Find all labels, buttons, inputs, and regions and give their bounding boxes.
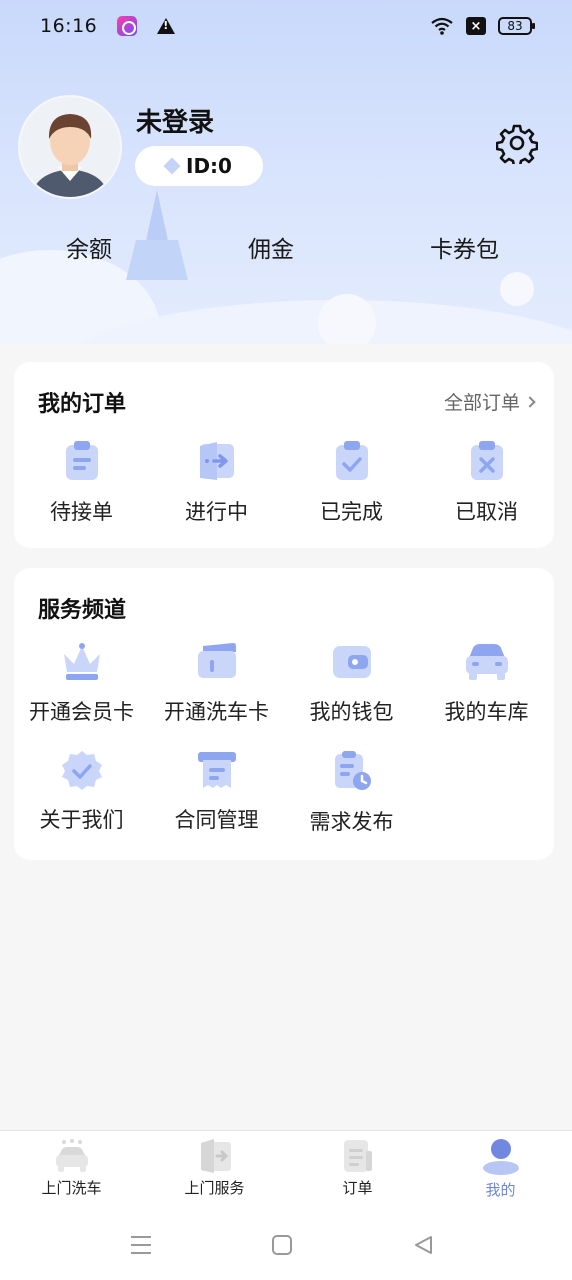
order-cancelled[interactable]: 已取消 xyxy=(419,440,554,526)
back-triangle-icon[interactable] xyxy=(412,1234,434,1256)
username[interactable]: 未登录 xyxy=(136,102,214,139)
service-wash-card[interactable]: 开通洗车卡 xyxy=(149,642,284,726)
home-square-icon[interactable] xyxy=(271,1234,293,1256)
service-about-us-label: 关于我们 xyxy=(39,808,124,832)
services-title: 服务频道 xyxy=(38,598,127,623)
contract-icon xyxy=(197,752,236,788)
card-icon xyxy=(197,643,236,678)
decor-ball xyxy=(318,294,376,344)
clipboard-x-icon xyxy=(470,441,503,480)
tab-mine-label: 我的 xyxy=(485,1181,516,1199)
status-bar: 16:16 × 83 xyxy=(0,0,572,52)
crown-icon xyxy=(63,643,100,680)
profile-header: 16:16 × 83 未登录 ID:0 xyxy=(0,0,572,344)
coupon-wallet-link[interactable]: 卡券包 xyxy=(430,230,499,264)
user-id: ID:0 xyxy=(186,154,232,178)
balance-link[interactable]: 余额 xyxy=(66,230,112,264)
tab-mine[interactable]: 我的 xyxy=(429,1131,572,1214)
decor-tower xyxy=(126,190,188,280)
battery-level: 83 xyxy=(507,19,523,33)
chevron-right-icon xyxy=(524,395,536,408)
app-notification-icon xyxy=(117,16,138,36)
order-in-progress[interactable]: 进行中 xyxy=(149,440,284,526)
decor-ball xyxy=(500,272,534,306)
service-garage[interactable]: 我的车库 xyxy=(419,642,554,726)
tab-car-wash-label: 上门洗车 xyxy=(41,1179,102,1197)
order-pending-label: 待接单 xyxy=(50,500,113,524)
service-post-request-label: 需求发布 xyxy=(309,810,394,834)
clipboard-list-icon xyxy=(65,441,98,480)
avatar[interactable] xyxy=(18,95,122,199)
order-in-progress-label: 进行中 xyxy=(185,500,248,524)
diamond-icon xyxy=(163,157,181,175)
service-contracts-label: 合同管理 xyxy=(174,808,259,832)
order-pending[interactable]: 待接单 xyxy=(14,440,149,526)
door-arrow-icon xyxy=(199,442,234,480)
avatar-person-icon xyxy=(32,114,108,197)
service-post-request[interactable]: 需求发布 xyxy=(284,750,419,836)
orders-card: 我的订单 全部订单 待接单 进行中 已完成 已取消 xyxy=(14,362,554,548)
clipboard-check-icon xyxy=(335,441,368,480)
commission-link[interactable]: 佣金 xyxy=(248,230,294,264)
service-wallet-label: 我的钱包 xyxy=(309,700,394,724)
car-wash-icon xyxy=(55,1139,88,1172)
warning-icon xyxy=(157,18,176,34)
services-card: 服务频道 开通会员卡 开通洗车卡 我的钱包 我的车库 关于我们 合同管理 需求发… xyxy=(14,568,554,860)
badge-check-icon xyxy=(61,751,102,790)
order-list-icon xyxy=(343,1140,372,1172)
all-orders-label: 全部订单 xyxy=(443,392,520,414)
order-cancelled-label: 已取消 xyxy=(455,500,518,524)
tab-orders[interactable]: 订单 xyxy=(286,1131,429,1214)
no-sim-icon: × xyxy=(466,17,486,35)
order-completed[interactable]: 已完成 xyxy=(284,440,419,526)
service-member-card[interactable]: 开通会员卡 xyxy=(14,642,149,726)
service-about-us[interactable]: 关于我们 xyxy=(14,750,149,834)
orders-title: 我的订单 xyxy=(38,392,127,417)
menu-icon[interactable] xyxy=(130,1234,152,1256)
wifi-icon xyxy=(431,17,453,35)
user-id-badge: ID:0 xyxy=(135,146,263,186)
status-time: 16:16 xyxy=(40,15,98,37)
settings-gear-icon[interactable] xyxy=(496,122,538,164)
system-nav-bar xyxy=(0,1214,572,1280)
service-wallet[interactable]: 我的钱包 xyxy=(284,642,419,726)
tab-home-service[interactable]: 上门服务 xyxy=(143,1131,286,1214)
car-icon xyxy=(465,644,508,680)
bottom-tab-bar: 上门洗车 上门服务 订单 我的 xyxy=(0,1130,572,1214)
tab-home-service-label: 上门服务 xyxy=(184,1179,245,1197)
service-wash-card-label: 开通洗车卡 xyxy=(164,700,269,724)
order-completed-label: 已完成 xyxy=(320,500,383,524)
battery-icon: 83 xyxy=(498,17,535,35)
service-door-icon xyxy=(200,1139,231,1173)
person-icon xyxy=(482,1139,519,1175)
service-member-card-label: 开通会员卡 xyxy=(29,700,134,724)
all-orders-link[interactable]: 全部订单 xyxy=(443,388,536,415)
wallet-icon xyxy=(332,646,371,678)
tab-car-wash[interactable]: 上门洗车 xyxy=(0,1131,143,1214)
service-contracts[interactable]: 合同管理 xyxy=(149,750,284,834)
tab-orders-label: 订单 xyxy=(342,1179,373,1197)
document-clock-icon xyxy=(334,751,371,790)
service-garage-label: 我的车库 xyxy=(444,700,529,724)
